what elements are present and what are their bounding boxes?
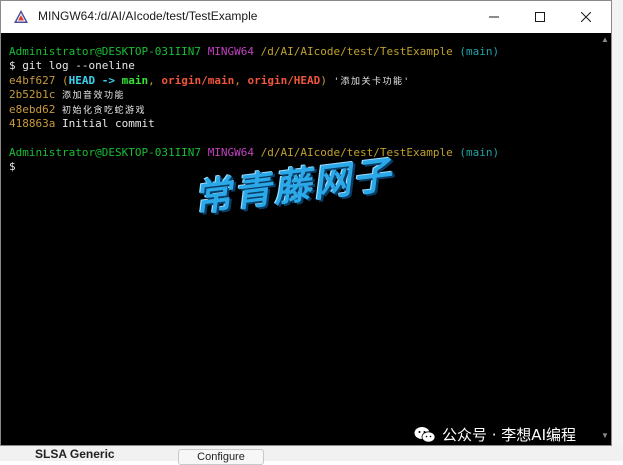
- commit-hash: 418863a: [9, 117, 56, 130]
- maximize-button[interactable]: [517, 1, 563, 33]
- ref-main: main: [121, 73, 149, 87]
- background-right-strip: [612, 0, 623, 461]
- minimize-button[interactable]: [471, 1, 517, 33]
- terminal-window[interactable]: MINGW64:/d/AI/AIcode/test/TestExample Ad…: [0, 0, 612, 446]
- prompt-shell: MINGW64: [207, 45, 255, 58]
- scroll-up-arrow-icon[interactable]: ▲: [601, 35, 609, 45]
- commit-message: Initial commit: [61, 117, 155, 130]
- commit-message: 添加音效功能: [61, 91, 125, 102]
- prompt-branch: (main): [459, 145, 500, 159]
- close-icon: [581, 12, 591, 22]
- terminal-output[interactable]: Administrator@DESKTOP-031IIN7 MINGW64 /d…: [1, 45, 599, 445]
- commit-message: 初始化贪吃蛇游戏: [61, 105, 146, 116]
- ref-separator: ,: [234, 73, 248, 87]
- commit-line: e4bf627 (HEAD -> main, origin/main, orig…: [9, 74, 410, 89]
- input-prompt-line[interactable]: $: [9, 160, 16, 175]
- ref-origin-main: origin/main: [161, 73, 235, 87]
- ref-origin-head: origin/HEAD: [247, 73, 321, 87]
- configure-button[interactable]: Configure: [178, 449, 264, 465]
- mintty-app-icon: [14, 10, 28, 23]
- prompt-path: /d/AI/AIcode/test/TestExample: [260, 45, 453, 58]
- wechat-account-label: 公众号 · 李想AI编程: [442, 426, 576, 444]
- ref-paren-open: (: [61, 73, 69, 87]
- scroll-down-arrow-icon[interactable]: ▼: [601, 431, 609, 441]
- ref-paren-close: ): [320, 73, 327, 87]
- ref-head: HEAD ->: [68, 73, 122, 87]
- close-button[interactable]: [563, 1, 609, 33]
- commit-hash: e8ebd62: [9, 102, 56, 116]
- commit-message: '添加关卡功能': [333, 76, 411, 87]
- commit-line: 418863a Initial commit: [9, 117, 155, 132]
- minimize-icon: [489, 16, 499, 18]
- prompt-user: Administrator@DESKTOP-031IIN7: [9, 145, 202, 159]
- commit-hash: 2b52b1c: [9, 88, 56, 102]
- window-titlebar[interactable]: MINGW64:/d/AI/AIcode/test/TestExample: [1, 1, 611, 33]
- prompt-shell: MINGW64: [207, 145, 255, 159]
- commit-line: 2b52b1c 添加音效功能: [9, 88, 125, 103]
- window-title: MINGW64:/d/AI/AIcode/test/TestExample: [38, 9, 258, 23]
- wechat-attribution: 公众号 · 李想AI编程: [414, 424, 576, 445]
- prompt-line: Administrator@DESKTOP-031IIN7 MINGW64 /d…: [9, 146, 499, 161]
- background-list-item-title[interactable]: SLSA Generic: [35, 447, 115, 461]
- command-line: $ git log --oneline: [9, 59, 135, 73]
- commit-line: e8ebd62 初始化贪吃蛇游戏: [9, 103, 146, 118]
- maximize-icon: [535, 12, 545, 22]
- prompt-line: Administrator@DESKTOP-031IIN7 MINGW64 /d…: [9, 45, 499, 60]
- commit-hash: e4bf627: [9, 73, 56, 87]
- prompt-branch: (main): [459, 45, 500, 58]
- ref-separator: ,: [148, 73, 162, 87]
- terminal-scrollbar[interactable]: ▲ ▼: [599, 33, 611, 445]
- wechat-icon: [414, 426, 436, 443]
- prompt-user: Administrator@DESKTOP-031IIN7: [9, 45, 202, 58]
